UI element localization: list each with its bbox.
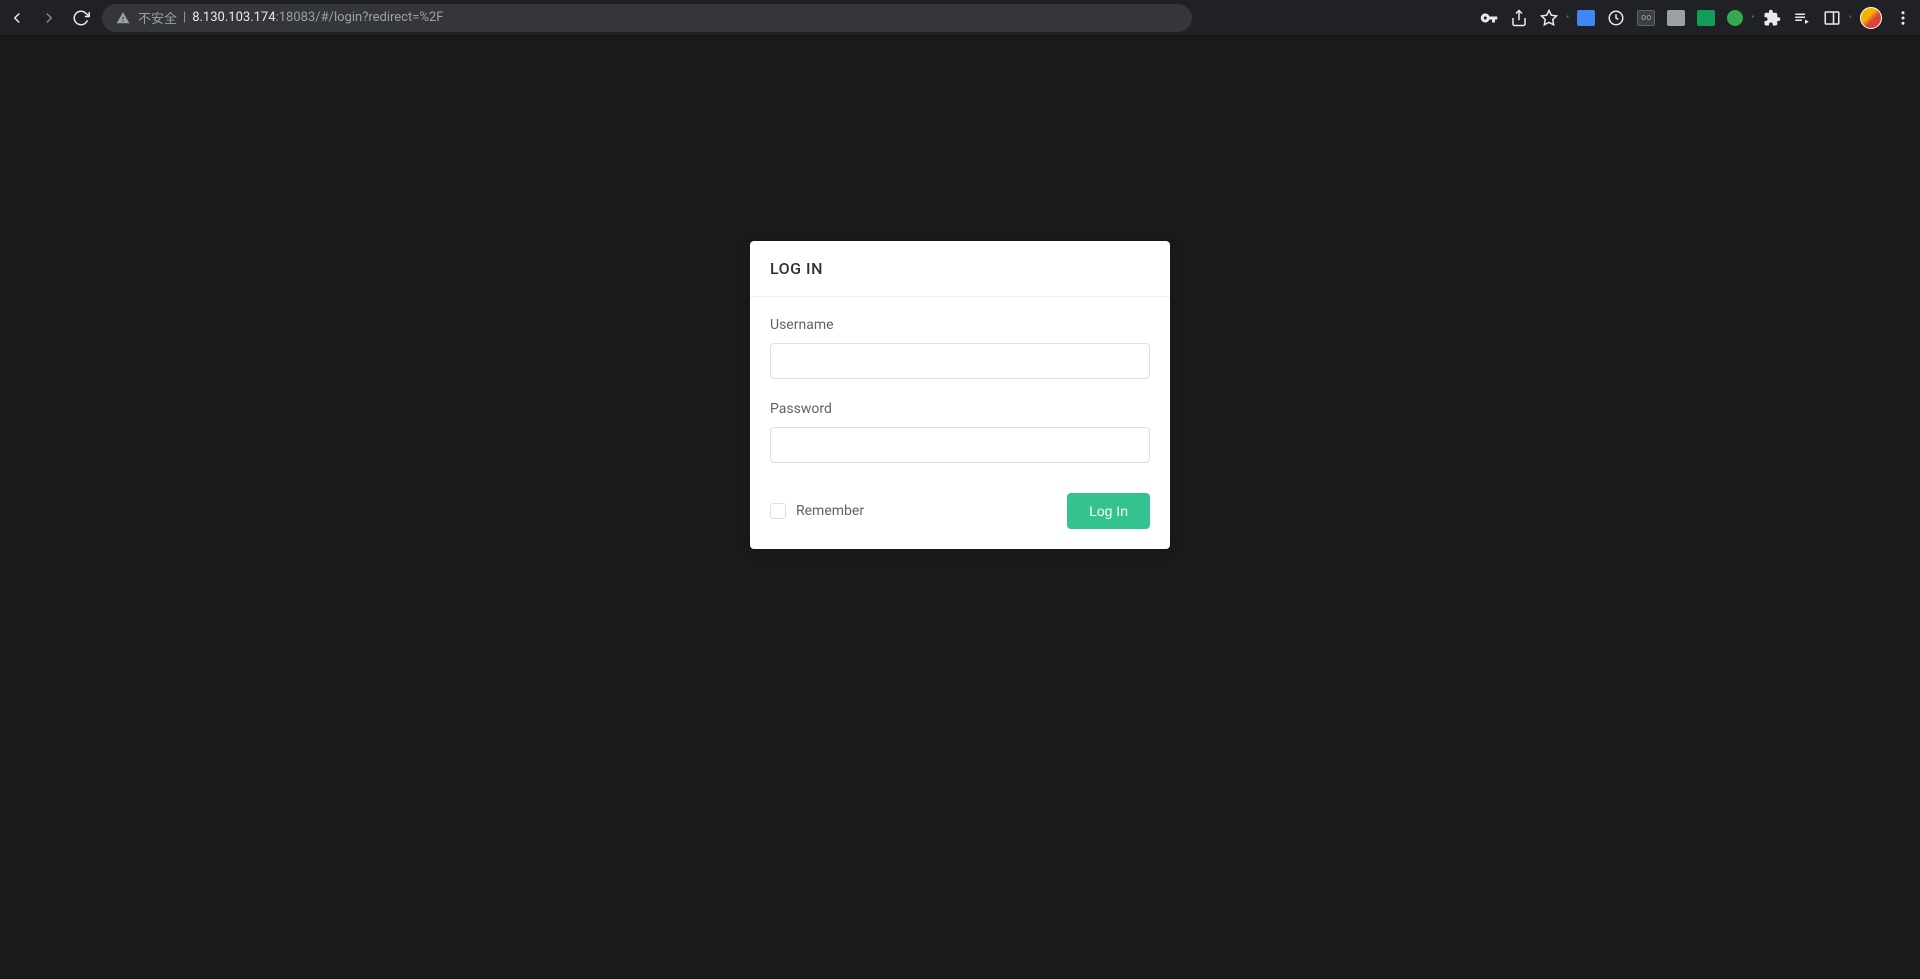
password-input[interactable] <box>770 427 1150 463</box>
separator-dot-3: • <box>1849 12 1852 23</box>
url-host: 8.130.103.174 <box>192 10 275 25</box>
browser-chrome: 不安全 | 8.130.103.174:18083/#/login?redire… <box>0 0 1920 36</box>
share-icon[interactable] <box>1510 9 1528 27</box>
extension-icon-6[interactable] <box>1727 10 1743 26</box>
separator-dot-2: • <box>1751 12 1754 23</box>
star-icon[interactable] <box>1540 9 1558 27</box>
extension-icon-4[interactable] <box>1667 10 1685 26</box>
username-group: Username <box>770 317 1150 379</box>
extensions-puzzle-icon[interactable] <box>1763 9 1781 27</box>
insecure-label: 不安全 <box>138 8 177 27</box>
reload-button[interactable] <box>72 9 90 27</box>
extension-icon-3[interactable]: oo <box>1637 10 1655 26</box>
password-group: Password <box>770 401 1150 463</box>
card-body: Username Password Remember Log In <box>750 297 1170 549</box>
card-header: LOG IN <box>750 241 1170 297</box>
nav-buttons <box>8 9 90 27</box>
card-title: LOG IN <box>770 259 1150 278</box>
remember-checkbox[interactable]: Remember <box>770 503 864 519</box>
separator-dot: • <box>1566 12 1569 23</box>
panel-icon[interactable] <box>1823 9 1841 27</box>
remember-label: Remember <box>796 503 864 519</box>
login-button[interactable]: Log In <box>1067 493 1150 529</box>
insecure-warning-icon <box>116 11 130 25</box>
menu-icon[interactable] <box>1894 9 1912 27</box>
profile-avatar[interactable] <box>1860 7 1882 29</box>
forward-button[interactable] <box>40 9 58 27</box>
toolbar-right: • oo • • <box>1480 7 1912 29</box>
url-text: 8.130.103.174:18083/#/login?redirect=%2F <box>192 10 443 25</box>
key-icon[interactable] <box>1480 9 1498 27</box>
page-content: LOG IN Username Password Remember Log In <box>0 36 1920 979</box>
password-label: Password <box>770 401 1150 417</box>
username-label: Username <box>770 317 1150 333</box>
extension-icon-5[interactable] <box>1697 10 1715 26</box>
form-footer: Remember Log In <box>770 493 1150 529</box>
checkbox-box-icon <box>770 503 786 519</box>
url-path: :18083/#/login?redirect=%2F <box>276 10 444 25</box>
back-button[interactable] <box>8 9 26 27</box>
playlist-icon[interactable] <box>1793 9 1811 27</box>
username-input[interactable] <box>770 343 1150 379</box>
extension-icon-2[interactable] <box>1607 9 1625 27</box>
address-bar[interactable]: 不安全 | 8.130.103.174:18083/#/login?redire… <box>102 4 1192 32</box>
extension-icon-1[interactable] <box>1577 10 1595 26</box>
url-separator: | <box>183 10 186 25</box>
login-card: LOG IN Username Password Remember Log In <box>750 241 1170 549</box>
